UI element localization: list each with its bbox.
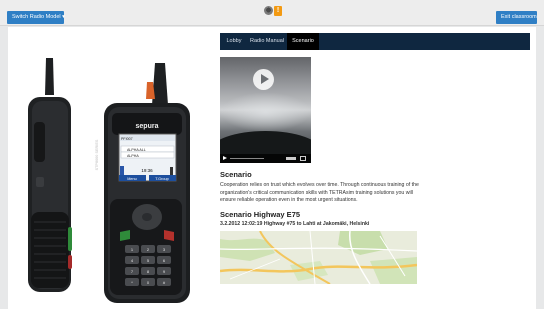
switch-radio-model-label: Switch Radio Model bbox=[12, 14, 61, 20]
map-graphic bbox=[220, 231, 417, 284]
highway-subtitle: 3.2.2012 12:02:19 Highway #75 to Lahti a… bbox=[220, 221, 370, 227]
fullscreen-icon[interactable] bbox=[300, 156, 306, 161]
volume-icon[interactable] bbox=[286, 157, 296, 160]
highway-heading: Scenario Highway E75 bbox=[220, 210, 301, 219]
top-status-icons: ! bbox=[264, 6, 284, 17]
radio-screen-id: PFI007 bbox=[121, 137, 133, 141]
scenario-video[interactable] bbox=[220, 57, 311, 163]
radio-screen-time: 19:36 bbox=[141, 168, 153, 173]
radio-front-view: 1 2 3 4 5 6 7 8 9 * 0 # sepura STP8000 S… bbox=[95, 63, 190, 303]
play-small-icon[interactable] bbox=[223, 156, 227, 160]
warning-icon[interactable]: ! bbox=[274, 6, 282, 16]
video-controls bbox=[220, 154, 311, 163]
radio-screen-row2: ALPHA bbox=[127, 154, 139, 158]
tab-radio-manual[interactable]: Radio Manual bbox=[249, 33, 285, 50]
tab-scenario[interactable]: Scenario bbox=[287, 33, 319, 50]
radio-illustration: 1 2 3 4 5 6 7 8 9 * 0 # sepura STP8000 S… bbox=[28, 58, 190, 303]
play-icon[interactable] bbox=[253, 69, 274, 90]
radio-screen-row1: ALPHA ALL bbox=[127, 148, 146, 152]
tab-lobby[interactable]: Lobby bbox=[222, 33, 246, 50]
video-fog bbox=[220, 92, 311, 132]
content-panel: Lobby Radio Manual Scenario Scenario Coo… bbox=[213, 27, 536, 309]
softkey-menu[interactable]: Menu bbox=[127, 177, 137, 181]
scenario-heading: Scenario bbox=[220, 170, 252, 179]
scenario-description: Cooperation relies on trust which evolve… bbox=[220, 182, 419, 204]
exit-classroom-button[interactable]: Exit classroom bbox=[496, 11, 537, 24]
radio-panel: 1 2 3 4 5 6 7 8 9 * 0 # sepura STP8000 S… bbox=[8, 27, 213, 309]
switch-radio-model-button[interactable]: Switch Radio Model ▾ bbox=[7, 11, 65, 24]
settings-dot-icon[interactable] bbox=[264, 6, 273, 15]
chevron-down-icon: ▾ bbox=[62, 14, 65, 20]
radio-side-view bbox=[28, 58, 72, 292]
scenario-map[interactable] bbox=[220, 231, 417, 284]
tab-bar: Lobby Radio Manual Scenario bbox=[220, 33, 530, 50]
video-progress-track[interactable] bbox=[230, 158, 264, 159]
top-toolbar: Switch Radio Model ▾ ! Exit classroom bbox=[0, 0, 544, 26]
radio-side-label: STP8000 SERIES bbox=[95, 139, 99, 170]
radio-brand: sepura bbox=[136, 123, 159, 130]
softkey-tgroup[interactable]: T.Group bbox=[155, 177, 169, 181]
